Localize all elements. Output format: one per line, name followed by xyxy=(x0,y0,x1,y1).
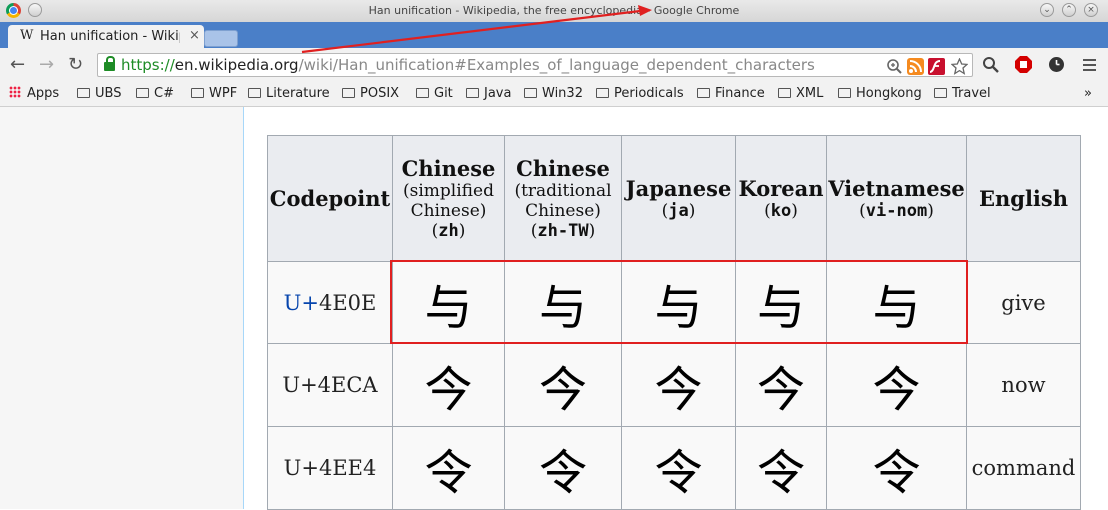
annotation-arrow xyxy=(301,5,652,54)
